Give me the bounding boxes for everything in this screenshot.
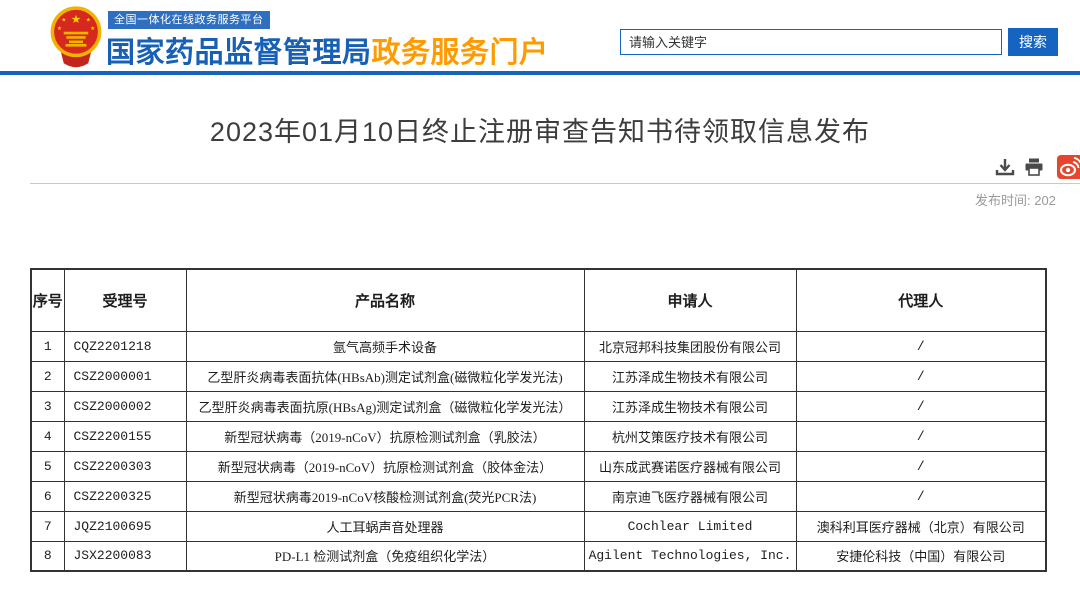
page: ★ ★ ★ ★ ★ 全国一体化在线政务服务平台 国家药品监督管理局政务服务门户 … (0, 0, 1080, 594)
table-cell: 2 (31, 361, 64, 391)
col-header-product: 产品名称 (186, 269, 584, 331)
table-cell: 新型冠状病毒（2019-nCoV）抗原检测试剂盒（胶体金法） (186, 451, 584, 481)
table-cell: JQZ2100695 (64, 511, 186, 541)
table-cell: 氩气高频手术设备 (186, 331, 584, 361)
platform-badge: 全国一体化在线政务服务平台 (108, 11, 270, 29)
table-cell: 安捷伦科技（中国）有限公司 (796, 541, 1046, 571)
table-cell: CSZ2200155 (64, 421, 186, 451)
table-cell: CSZ2200325 (64, 481, 186, 511)
table-cell: / (796, 331, 1046, 361)
download-icon[interactable] (995, 157, 1015, 177)
table-cell: 乙型肝炎病毒表面抗体(HBsAb)测定试剂盒(磁微粒化学发光法) (186, 361, 584, 391)
table-cell: 新型冠状病毒（2019-nCoV）抗原检测试剂盒（乳胶法） (186, 421, 584, 451)
table-cell: / (796, 421, 1046, 451)
col-header-agent: 代理人 (796, 269, 1046, 331)
national-emblem-logo: ★ ★ ★ ★ ★ (48, 5, 104, 69)
search-bar: 搜索 (620, 28, 1058, 56)
data-table: 序号 受理号 产品名称 申请人 代理人 1CQZ2201218氩气高频手术设备北… (30, 268, 1047, 572)
table-cell: CSZ2200303 (64, 451, 186, 481)
table-cell: 南京迪飞医疗器械有限公司 (584, 481, 796, 511)
table-cell: 北京冠邦科技集团股份有限公司 (584, 331, 796, 361)
table-cell: 澳科利耳医疗器械（北京）有限公司 (796, 511, 1046, 541)
table-row: 4CSZ2200155新型冠状病毒（2019-nCoV）抗原检测试剂盒（乳胶法）… (31, 421, 1046, 451)
header-divider (0, 71, 1080, 75)
table-cell: 8 (31, 541, 64, 571)
site-title-portal: 政务服务门户 (372, 37, 549, 69)
table-cell: 7 (31, 511, 64, 541)
publish-time: 发布时间: 202 (975, 190, 1056, 209)
table-cell: 江苏泽成生物技术有限公司 (584, 391, 796, 421)
table-cell: JSX2200083 (64, 541, 186, 571)
table-cell: 新型冠状病毒2019-nCoV核酸检测试剂盒(荧光PCR法) (186, 481, 584, 511)
table-cell: / (796, 451, 1046, 481)
site-title: 国家药品监督管理局政务服务门户 (106, 29, 549, 71)
table-cell: 乙型肝炎病毒表面抗原(HBsAg)测定试剂盒（磁微粒化学发光法） (186, 391, 584, 421)
table-cell: PD-L1 检测试剂盒（免疫组织化学法） (186, 541, 584, 571)
search-input[interactable] (620, 29, 1002, 55)
table-cell: 5 (31, 451, 64, 481)
table-body: 1CQZ2201218氩气高频手术设备北京冠邦科技集团股份有限公司/2CSZ20… (31, 331, 1046, 571)
table-row: 7JQZ2100695人工耳蜗声音处理器Cochlear Limited澳科利耳… (31, 511, 1046, 541)
table-cell: / (796, 481, 1046, 511)
content-divider (30, 183, 1080, 184)
search-button[interactable]: 搜索 (1008, 28, 1058, 56)
table-cell: 杭州艾策医疗技术有限公司 (584, 421, 796, 451)
table-cell: CSZ2000001 (64, 361, 186, 391)
weibo-share-icon[interactable] (1057, 155, 1080, 179)
table-cell: 3 (31, 391, 64, 421)
site-title-agency: 国家药品监督管理局 (106, 37, 372, 69)
table-row: 6CSZ2200325新型冠状病毒2019-nCoV核酸检测试剂盒(荧光PCR法… (31, 481, 1046, 511)
svg-text:★: ★ (71, 14, 81, 26)
table-row: 3CSZ2000002乙型肝炎病毒表面抗原(HBsAg)测定试剂盒（磁微粒化学发… (31, 391, 1046, 421)
article-toolbar (995, 157, 1053, 177)
table-header-row: 序号 受理号 产品名称 申请人 代理人 (31, 269, 1046, 331)
table-cell: / (796, 391, 1046, 421)
site-header: ★ ★ ★ ★ ★ 全国一体化在线政务服务平台 国家药品监督管理局政务服务门户 … (0, 0, 1080, 71)
table-cell: 山东成武赛诺医疗器械有限公司 (584, 451, 796, 481)
col-header-accept-no: 受理号 (64, 269, 186, 331)
svg-text:★: ★ (61, 17, 66, 23)
table-cell: 4 (31, 421, 64, 451)
table-cell: / (796, 361, 1046, 391)
table-cell: 1 (31, 331, 64, 361)
table-row: 1CQZ2201218氩气高频手术设备北京冠邦科技集团股份有限公司/ (31, 331, 1046, 361)
svg-text:★: ★ (86, 17, 91, 23)
table-cell: Cochlear Limited (584, 511, 796, 541)
table-header: 序号 受理号 产品名称 申请人 代理人 (31, 269, 1046, 331)
table-cell: CSZ2000002 (64, 391, 186, 421)
col-header-applicant: 申请人 (584, 269, 796, 331)
table-cell: 6 (31, 481, 64, 511)
table-row: 5CSZ2200303新型冠状病毒（2019-nCoV）抗原检测试剂盒（胶体金法… (31, 451, 1046, 481)
table-row: 2CSZ2000001乙型肝炎病毒表面抗体(HBsAb)测定试剂盒(磁微粒化学发… (31, 361, 1046, 391)
print-icon[interactable] (1024, 157, 1044, 177)
table-cell: Agilent Technologies, Inc. (584, 541, 796, 571)
table-cell: 人工耳蜗声音处理器 (186, 511, 584, 541)
table-cell: 江苏泽成生物技术有限公司 (584, 361, 796, 391)
svg-text:★: ★ (57, 26, 62, 32)
table-row: 8JSX2200083PD-L1 检测试剂盒（免疫组织化学法）Agilent T… (31, 541, 1046, 571)
col-header-index: 序号 (31, 269, 64, 331)
page-title: 2023年01月10日终止注册审查告知书待领取信息发布 (0, 110, 1080, 149)
svg-text:★: ★ (90, 26, 95, 32)
table-cell: CQZ2201218 (64, 331, 186, 361)
